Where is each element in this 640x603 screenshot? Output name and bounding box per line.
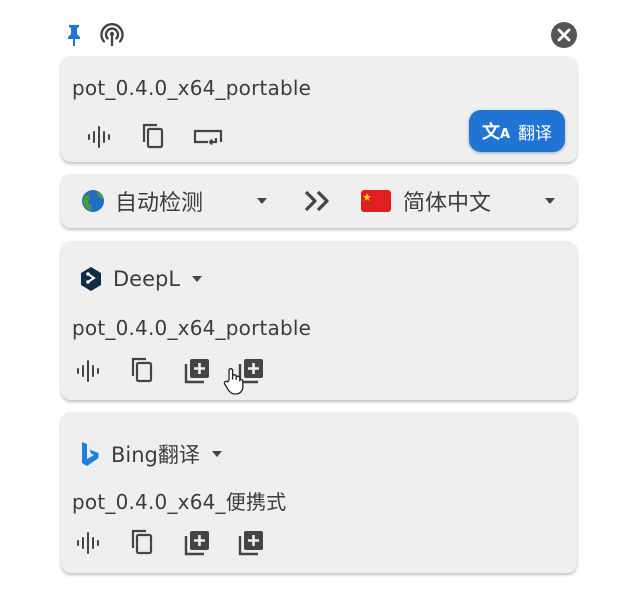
service-select-deepl[interactable]: DeepL [79,266,204,292]
swap-language-icon[interactable] [303,188,333,214]
chevron-down-icon [211,451,222,457]
chevron-down-icon [257,198,268,204]
speak-icon[interactable] [75,358,101,384]
bing-logo-icon [82,442,99,466]
copy-icon[interactable] [128,528,156,556]
service-name: DeepL [113,267,181,291]
target-language-label: 简体中文 [403,191,492,216]
translate-icon: 文A [481,122,511,143]
translate-button[interactable]: 文A 翻译 [469,110,565,152]
copy-icon[interactable] [139,122,167,150]
result-text[interactable]: pot_0.4.0_x64_便携式 [72,486,286,515]
target-language-select[interactable]: 简体中文 [361,174,557,228]
chevron-down-icon [545,198,556,204]
globe-icon [82,190,104,212]
source-card: pot_0.4.0_x64_portable 文A 翻译 [61,56,577,162]
result-card-bing: Bing翻译 pot_0.4.0_x64_便携式 [61,412,577,573]
result-card-deepl: DeepL pot_0.4.0_x64_portable [61,241,577,400]
translate-label: 翻译 [518,123,553,144]
deepl-logo-icon [81,267,101,291]
service-select-bing[interactable]: Bing翻译 [79,439,224,469]
speak-icon[interactable] [75,530,101,556]
add-to-source-icon[interactable] [182,356,212,386]
broadcast-icon[interactable] [98,21,126,49]
china-flag-icon [361,190,391,212]
hand-cursor-icon [221,366,245,396]
speak-icon[interactable] [86,124,112,150]
language-card: 自动检测 简体中文 [61,174,577,228]
source-language-select[interactable]: 自动检测 [81,174,269,228]
close-icon[interactable] [550,21,578,49]
add-to-source-icon[interactable] [182,528,212,558]
service-name: Bing翻译 [111,443,200,467]
result-text[interactable]: pot_0.4.0_x64_portable [72,316,311,340]
add-to-collection-icon[interactable] [236,528,266,558]
copy-icon[interactable] [128,356,156,384]
source-text[interactable]: pot_0.4.0_x64_portable [72,76,311,100]
chevron-down-icon [192,276,203,282]
source-language-label: 自动检测 [115,191,204,216]
delete-newline-icon[interactable] [192,124,224,150]
pin-icon[interactable] [60,21,88,49]
